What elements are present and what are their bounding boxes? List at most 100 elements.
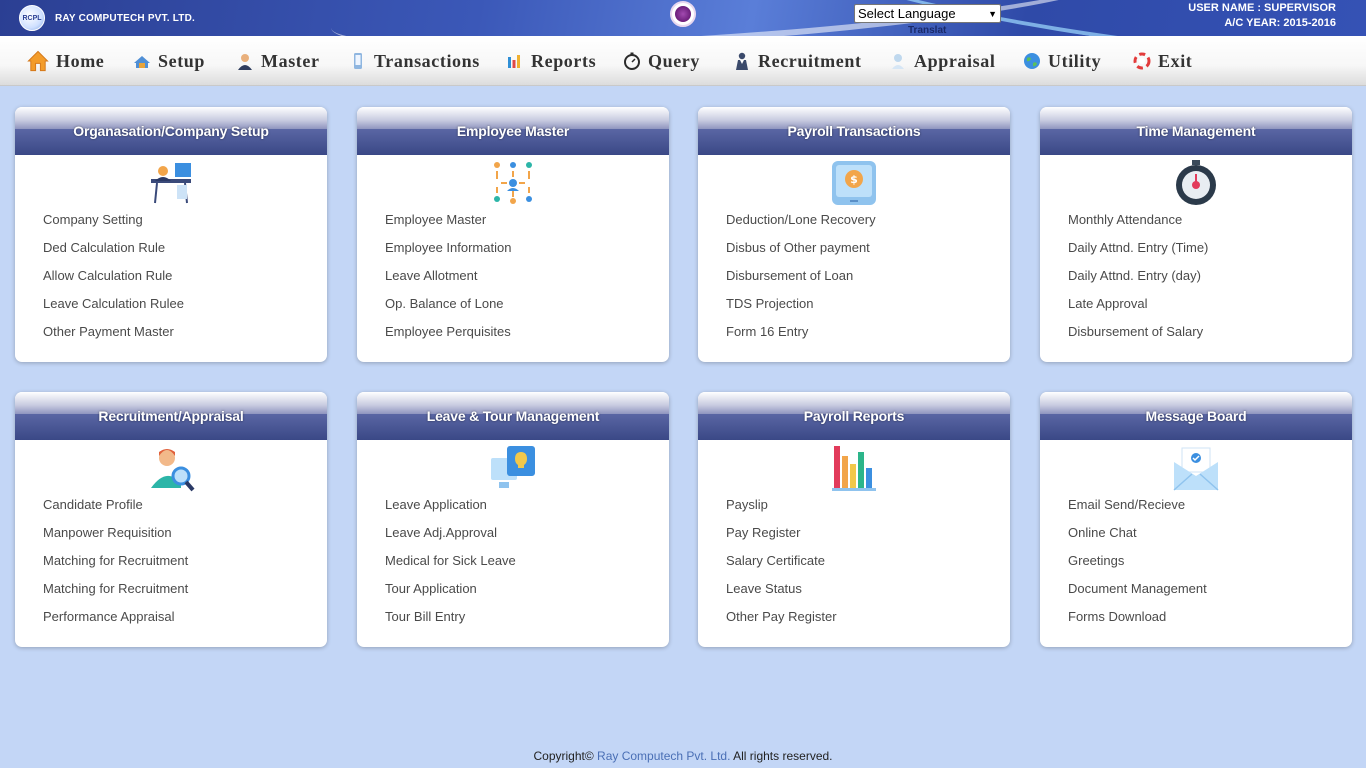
exit-icon — [1133, 52, 1151, 70]
language-select-value: Select Language — [858, 6, 956, 21]
menu-home-label: Home — [56, 50, 105, 71]
card-header: Payroll Reports — [698, 392, 1010, 440]
bar-chart-icon — [508, 55, 520, 68]
company-link[interactable]: Ray Computech Pvt. Ltd. — [597, 749, 730, 763]
link-daily-attnd-day[interactable]: Daily Attnd. Entry (day) — [1068, 267, 1208, 295]
svg-text:$: $ — [850, 173, 858, 186]
link-other-payment-master[interactable]: Other Payment Master — [43, 323, 184, 351]
menu-home[interactable]: Home — [26, 48, 104, 74]
card-payroll-transactions: Payroll Transactions $ Deduction/Lone Re… — [698, 107, 1010, 362]
top-header: RCPL RAY COMPUTECH PVT. LTD. Translat Se… — [0, 0, 1366, 36]
menu-transactions-label: Transactions — [374, 50, 480, 71]
desk-setup-icon — [151, 163, 191, 204]
link-employee-perquisites[interactable]: Employee Perquisites — [385, 323, 511, 351]
menu-setup[interactable]: Setup — [132, 48, 205, 74]
menu-reports-label: Reports — [531, 50, 597, 71]
link-tour-application[interactable]: Tour Application — [385, 580, 516, 608]
link-deduction-lone-recovery[interactable]: Deduction/Lone Recovery — [726, 211, 876, 239]
link-leave-calculation-rule[interactable]: Leave Calculation Rulee — [43, 295, 184, 323]
link-tour-bill-entry[interactable]: Tour Bill Entry — [385, 608, 516, 636]
link-candidate-profile[interactable]: Candidate Profile — [43, 496, 188, 524]
setup-icon — [134, 56, 150, 68]
link-monthly-attendance[interactable]: Monthly Attendance — [1068, 211, 1208, 239]
link-forms-download[interactable]: Forms Download — [1068, 608, 1207, 636]
link-medical-for-sick-leave[interactable]: Medical for Sick Leave — [385, 552, 516, 580]
card-header: Message Board — [1040, 392, 1352, 440]
company-logo[interactable]: RCPL — [19, 5, 45, 31]
company-name: RAY COMPUTECH PVT. LTD. — [55, 13, 195, 24]
link-company-setting[interactable]: Company Setting — [43, 211, 184, 239]
card-header: Time Management — [1040, 107, 1352, 155]
card-header: Organasation/Company Setup — [15, 107, 327, 155]
account-year-label: A/C YEAR: 2015-2016 — [1224, 17, 1336, 29]
link-disbursement-of-loan[interactable]: Disbursement of Loan — [726, 267, 876, 295]
card-title: Recruitment/Appraisal — [98, 408, 244, 424]
card-title: Payroll Reports — [803, 408, 905, 424]
link-leave-application[interactable]: Leave Application — [385, 496, 516, 524]
card-title: Organasation/Company Setup — [73, 123, 269, 139]
card-message-board: Message Board Email Send/Recieve Online … — [1040, 392, 1352, 647]
menu-appraisal[interactable]: Appraisal — [888, 48, 995, 74]
user-icon — [238, 54, 252, 70]
card-links: Candidate Profile Manpower Requisition M… — [43, 496, 188, 636]
menu-reports[interactable]: Reports — [505, 48, 596, 74]
menu-appraisal-label: Appraisal — [914, 50, 996, 71]
card-company-setup: Organasation/Company Setup Company Setti… — [15, 107, 327, 362]
card-employee-master: Employee Master Employee Master Employee… — [357, 107, 669, 362]
card-links: Company Setting Ded Calculation Rule All… — [43, 211, 184, 351]
link-tds-projection[interactable]: TDS Projection — [726, 295, 876, 323]
link-pay-register[interactable]: Pay Register — [726, 524, 837, 552]
link-document-management[interactable]: Document Management — [1068, 580, 1207, 608]
card-time-management: Time Management Monthly Attendance Daily… — [1040, 107, 1352, 362]
link-matching-for-recruitment[interactable]: Matching for Recruitment — [43, 552, 188, 580]
link-other-pay-register[interactable]: Other Pay Register — [726, 608, 837, 636]
link-email-send-recieve[interactable]: Email Send/Recieve — [1068, 496, 1207, 524]
payment-tablet-icon: $ — [832, 161, 876, 205]
link-disbus-of-other-payment[interactable]: Disbus of Other payment — [726, 239, 876, 267]
link-leave-adj-approval[interactable]: Leave Adj.Approval — [385, 524, 516, 552]
link-leave-allotment[interactable]: Leave Allotment — [385, 267, 511, 295]
link-greetings[interactable]: Greetings — [1068, 552, 1207, 580]
menu-transactions[interactable]: Transactions — [348, 48, 480, 74]
menu-query-label: Query — [648, 50, 700, 71]
menu-exit-label: Exit — [1158, 50, 1193, 71]
link-allow-calculation-rule[interactable]: Allow Calculation Rule — [43, 267, 184, 295]
link-ded-calculation-rule[interactable]: Ded Calculation Rule — [43, 239, 184, 267]
link-daily-attnd-time[interactable]: Daily Attnd. Entry (Time) — [1068, 239, 1208, 267]
language-select[interactable]: Select Language ▼ — [854, 4, 1001, 23]
home-icon — [27, 50, 49, 72]
menu-master[interactable]: Master — [235, 48, 320, 74]
link-matching-for-recruitment[interactable]: Matching for Recruitment — [43, 580, 188, 608]
link-manpower-requisition[interactable]: Manpower Requisition — [43, 524, 188, 552]
link-salary-certificate[interactable]: Salary Certificate — [726, 552, 837, 580]
link-leave-status[interactable]: Leave Status — [726, 580, 837, 608]
menu-setup-label: Setup — [158, 50, 206, 71]
stopwatch-icon — [1176, 160, 1216, 205]
menu-recruitment-label: Recruitment — [758, 50, 862, 71]
link-payslip[interactable]: Payslip — [726, 496, 837, 524]
menu-utility[interactable]: Utility — [1022, 48, 1101, 74]
card-header: Leave & Tour Management — [357, 392, 669, 440]
menu-exit[interactable]: Exit — [1132, 48, 1192, 74]
copyright-prefix: Copyright© — [533, 749, 598, 763]
candidate-search-icon — [151, 449, 195, 492]
link-disbursement-of-salary[interactable]: Disbursement of Salary — [1068, 323, 1208, 351]
stopwatch-icon — [624, 52, 640, 70]
link-employee-master[interactable]: Employee Master — [385, 211, 511, 239]
card-header: Employee Master — [357, 107, 669, 155]
menu-query[interactable]: Query — [622, 48, 700, 74]
link-performance-appraisal[interactable]: Performance Appraisal — [43, 608, 188, 636]
person-icon — [736, 52, 748, 70]
menu-recruitment[interactable]: Recruitment — [732, 48, 862, 74]
card-title: Time Management — [1136, 123, 1256, 139]
user-name-label: USER NAME : SUPERVISOR — [1188, 2, 1336, 14]
bar-chart-icon — [832, 446, 876, 491]
phone-icon — [354, 53, 362, 69]
appraisal-icon — [892, 54, 904, 69]
link-employee-information[interactable]: Employee Information — [385, 239, 511, 267]
link-late-approval[interactable]: Late Approval — [1068, 295, 1208, 323]
link-form-16-entry[interactable]: Form 16 Entry — [726, 323, 876, 351]
menu-utility-label: Utility — [1048, 50, 1102, 71]
link-online-chat[interactable]: Online Chat — [1068, 524, 1207, 552]
link-op-balance-of-lone[interactable]: Op. Balance of Lone — [385, 295, 511, 323]
